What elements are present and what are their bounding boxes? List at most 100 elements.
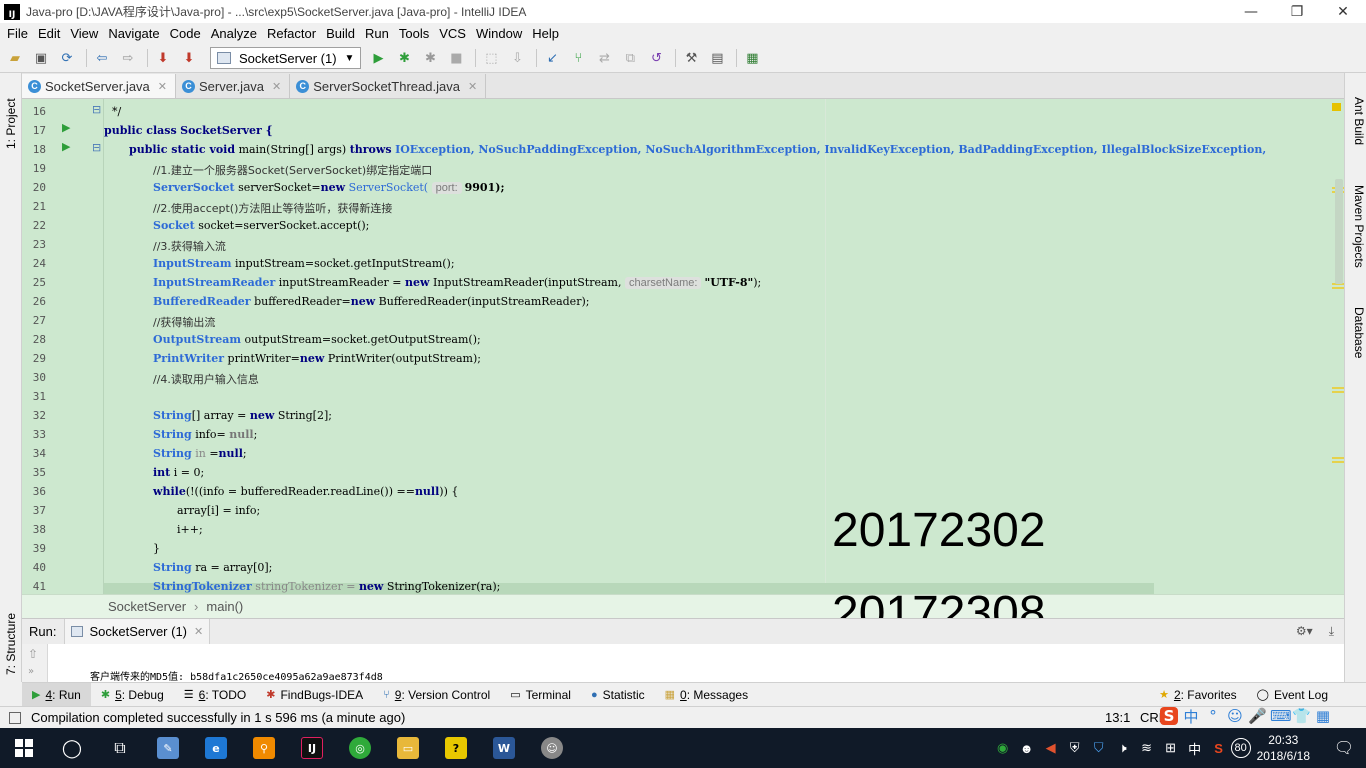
run-configuration-select[interactable]: SocketServer (1) ▼ — [210, 47, 362, 69]
tool-tab-findbugs[interactable]: ✱ FindBugs-IDEA — [256, 683, 373, 707]
tool-tab-todo[interactable]: ☰ 6: TODO — [174, 683, 256, 707]
project-structure-icon[interactable]: ▤ — [706, 47, 728, 69]
run-tab[interactable]: SocketServer (1) ✕ — [64, 618, 211, 645]
start-button[interactable] — [0, 728, 48, 768]
close-tab-icon[interactable]: ✕ — [272, 80, 281, 93]
vcs-update-icon[interactable]: ↙ — [541, 47, 563, 69]
caret-position[interactable]: 13:1 — [1105, 710, 1130, 725]
back-arrow-icon[interactable]: ⇦ — [91, 47, 113, 69]
clock[interactable]: 20:33 2018/6/18 — [1257, 732, 1310, 764]
hide-panel-icon[interactable]: ⤓ — [1329, 624, 1334, 639]
structure-tool-tab[interactable]: 7: Structure — [2, 589, 20, 675]
volume-muted-icon[interactable]: 🕨 — [1111, 740, 1135, 756]
network-icon[interactable]: ⊞ — [1159, 740, 1183, 756]
tray-badge[interactable]: 80 — [1230, 738, 1251, 758]
close-tab-icon[interactable]: ✕ — [158, 80, 167, 93]
maven-projects-tab[interactable]: Maven Projects — [1348, 185, 1366, 285]
minimize-button[interactable]: — — [1228, 0, 1274, 23]
taskbar-app-intellij[interactable]: IJ — [288, 728, 336, 768]
database-tab[interactable]: Database — [1348, 307, 1366, 377]
make-project-icon[interactable]: ⬇ — [152, 47, 174, 69]
ime-voice-icon[interactable]: 🎤 — [1248, 707, 1267, 725]
breadcrumb-class[interactable]: SocketServer — [108, 599, 186, 614]
gear-icon[interactable]: ⚙▾ — [1296, 624, 1313, 639]
revert-icon[interactable]: ↺ — [645, 47, 667, 69]
vcs-history-icon[interactable]: ⧉ — [619, 47, 641, 69]
sogou-ime-icon[interactable]: S — [1160, 707, 1178, 725]
settings-icon[interactable]: ⚒ — [680, 47, 702, 69]
ime-keyboard-icon[interactable]: ⌨ — [1270, 707, 1292, 725]
taskbar-app-360[interactable]: ◎ — [336, 728, 384, 768]
tool-tab-debug[interactable]: ✱ 5: Debug — [91, 683, 174, 707]
menu-code[interactable]: Code — [170, 26, 201, 41]
ime-chinese-mode-icon[interactable]: 中 — [1182, 706, 1200, 727]
menu-analyze[interactable]: Analyze — [211, 26, 257, 41]
tray-speaker-app-icon[interactable]: ◀ — [1039, 740, 1063, 756]
taskbar-app-word[interactable]: W — [480, 728, 528, 768]
sync-icon[interactable]: ⟳ — [56, 47, 78, 69]
breadcrumb-method[interactable]: main() — [206, 599, 243, 614]
close-button[interactable]: ✕ — [1320, 0, 1366, 23]
menu-build[interactable]: Build — [326, 26, 355, 41]
menu-tools[interactable]: Tools — [399, 26, 429, 41]
taskbar-app-edge[interactable]: e — [192, 728, 240, 768]
vcs-compare-icon[interactable]: ⇄ — [593, 47, 615, 69]
coverage-icon[interactable]: ✱ — [419, 47, 441, 69]
ime-punctuation-icon[interactable]: ° — [1204, 707, 1222, 725]
notification-icon[interactable]: 🗨 — [1322, 738, 1366, 758]
close-tab-icon[interactable]: ✕ — [194, 625, 203, 638]
toggle-tool-windows-icon[interactable] — [9, 711, 21, 724]
menu-view[interactable]: View — [70, 26, 98, 41]
taskbar-app-avatar[interactable]: ☺ — [528, 728, 576, 768]
tool-tab-run[interactable]: ▶ 4: Run — [22, 682, 91, 707]
fold-icon[interactable]: ⊟ — [92, 141, 101, 154]
code-editor[interactable]: 16 17 18 19 20 21 22 23 24 25 26 27 28 2… — [22, 99, 1344, 594]
taskbar-app-paint[interactable]: ✎ — [144, 728, 192, 768]
tray-qq-icon[interactable]: ☻ — [1015, 741, 1039, 756]
tray-sogou-icon[interactable]: S — [1207, 741, 1231, 756]
tool-tab-terminal[interactable]: ▭ Terminal — [500, 683, 581, 707]
ime-emoji-icon[interactable]: ☺ — [1226, 707, 1244, 725]
stop-icon[interactable]: ■ — [445, 47, 467, 69]
taskbar-app-explorer[interactable]: ▭ — [384, 728, 432, 768]
task-view-icon[interactable]: ⧉ — [96, 728, 144, 768]
plugin-icon[interactable]: ▦ — [741, 47, 763, 69]
menu-navigate[interactable]: Navigate — [108, 26, 159, 41]
menu-vcs[interactable]: VCS — [439, 26, 466, 41]
build-artifact-icon[interactable]: ⇩ — [506, 47, 528, 69]
expand-icon[interactable]: » — [28, 666, 34, 677]
tab-serversocketthread[interactable]: C ServerSocketThread.java ✕ — [290, 74, 487, 98]
menu-window[interactable]: Window — [476, 26, 522, 41]
ime-toolbox-icon[interactable]: ▦ — [1314, 707, 1332, 725]
menu-refactor[interactable]: Refactor — [267, 26, 316, 41]
ant-build-tab[interactable]: Ant Build — [1348, 97, 1366, 167]
run-console[interactable]: ⇧ » 客户端传来的MD5值: b58dfa1c2650ce4095a62a9a… — [22, 644, 1344, 683]
scroll-up-icon[interactable]: ⇧ — [28, 647, 38, 661]
forward-arrow-icon[interactable]: ⇨ — [117, 47, 139, 69]
make-module-icon[interactable]: ⬇ — [178, 47, 200, 69]
tool-tab-version-control[interactable]: ⑂ 9: Version Control — [373, 683, 500, 707]
fold-icon[interactable]: ⊟ — [92, 103, 101, 116]
attach-icon[interactable]: ⬚ — [480, 47, 502, 69]
tray-shield-icon[interactable]: ⛨ — [1063, 740, 1087, 756]
menu-edit[interactable]: Edit — [38, 26, 60, 41]
search-icon[interactable]: ◯ — [48, 728, 96, 768]
run-icon[interactable]: ▶ — [367, 47, 389, 69]
tab-server[interactable]: C Server.java ✕ — [176, 74, 291, 98]
tool-tab-event-log[interactable]: ◯ Event Log — [1247, 683, 1338, 707]
debug-icon[interactable]: ✱ — [393, 47, 415, 69]
editor-scrollbar-thumb[interactable] — [1335, 179, 1343, 284]
tool-tab-favorites[interactable]: ★ 2: Favorites — [1149, 683, 1247, 707]
tool-tab-statistic[interactable]: ● Statistic — [581, 683, 655, 707]
run-gutter-icon[interactable]: ▶ — [62, 121, 70, 134]
menu-run[interactable]: Run — [365, 26, 389, 41]
tab-socketserver[interactable]: C SocketServer.java ✕ — [22, 74, 176, 98]
taskbar-app-search[interactable]: ⚲ — [240, 728, 288, 768]
vcs-commit-icon[interactable]: ⑂ — [567, 47, 589, 69]
tray-360-icon[interactable]: ◉ — [991, 740, 1015, 756]
save-all-icon[interactable]: ▣ — [30, 47, 52, 69]
open-folder-icon[interactable]: ▰ — [4, 47, 26, 69]
menu-file[interactable]: File — [7, 26, 28, 41]
close-tab-icon[interactable]: ✕ — [468, 80, 477, 93]
run-gutter-icon[interactable]: ▶ — [62, 140, 70, 153]
